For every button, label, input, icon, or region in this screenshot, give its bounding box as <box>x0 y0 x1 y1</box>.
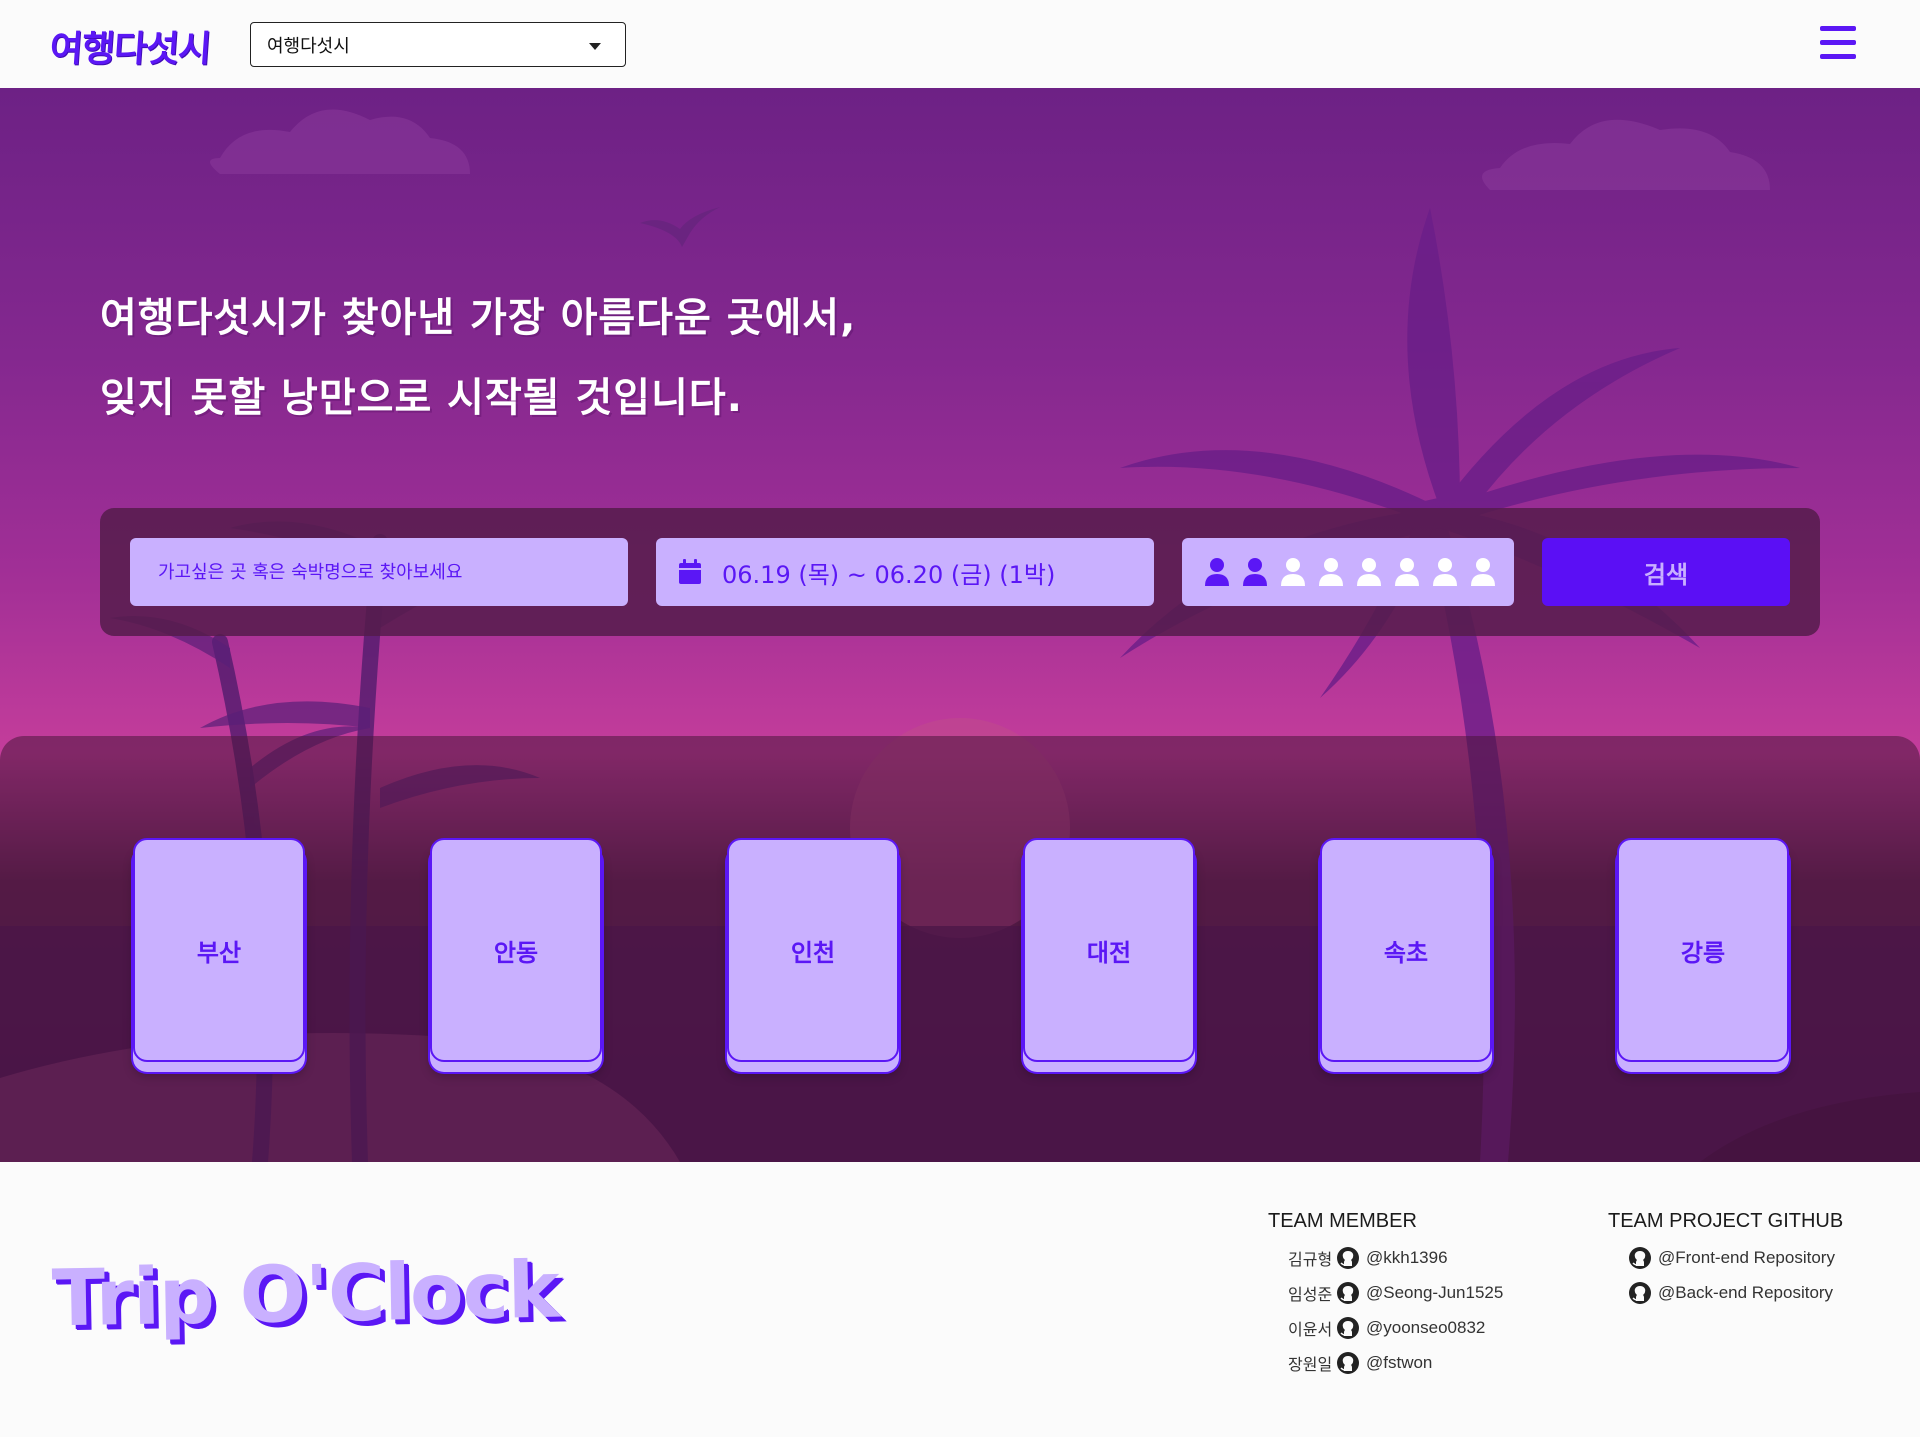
team-member-row: 장원일 @fstwon <box>1288 1351 1432 1375</box>
city-card[interactable]: 강릉 <box>1617 838 1789 1062</box>
repo-row: @Front-end Repository <box>1628 1246 1835 1270</box>
github-icon <box>1337 1352 1359 1374</box>
repo-github-link[interactable]: @Front-end Repository <box>1658 1248 1835 1268</box>
city-card-label: 대전 <box>1086 938 1132 967</box>
caret-down-icon <box>589 43 601 50</box>
member-github-link[interactable]: @fstwon <box>1366 1353 1432 1373</box>
city-card-label: 안동 <box>493 938 539 967</box>
repo-row: @Back-end Repository <box>1628 1281 1833 1305</box>
member-name: 이윤서 <box>1288 1320 1333 1339</box>
city-card[interactable]: 부산 <box>133 838 305 1062</box>
guest-person-icon[interactable] <box>1394 558 1420 586</box>
site-logo[interactable]: 여행다섯시 <box>48 20 212 72</box>
team-member-title: TEAM MEMBER <box>1268 1210 1417 1232</box>
member-name: 김규형 <box>1288 1250 1333 1269</box>
github-icon <box>1337 1282 1359 1304</box>
date-range-value: 06.19 (목) ~ 06.20 (금) (1박) <box>722 560 1056 589</box>
city-card[interactable]: 안동 <box>430 838 602 1062</box>
hamburger-menu-icon[interactable] <box>1820 26 1856 60</box>
guest-person-icon[interactable] <box>1242 558 1268 586</box>
top-nav-bar: 여행다섯시 여행다섯시 <box>0 0 1920 88</box>
hero-headline: 여행다섯시가 찾아낸 가장 아름다운 곳에서, 잊지 못할 낭만으로 시작될 것… <box>100 278 856 438</box>
city-card-label: 강릉 <box>1680 938 1726 967</box>
city-card-label: 인천 <box>790 938 836 967</box>
team-member-row: 임성준 @Seong-Jun1525 <box>1288 1281 1503 1305</box>
guest-person-icon[interactable] <box>1356 558 1382 586</box>
destination-input[interactable] <box>130 538 628 606</box>
region-select-value: 여행다섯시 <box>267 35 350 57</box>
search-bar: 06.19 (목) ~ 06.20 (금) (1박) <box>100 508 1820 636</box>
team-member-row: 이윤서 @yoonseo0832 <box>1288 1316 1485 1340</box>
footer: Trip O'Clock TEAM MEMBER 김규형 @kkh1396 임성… <box>0 1162 1920 1437</box>
destination-field[interactable] <box>130 538 628 606</box>
search-button[interactable]: 검색 <box>1542 538 1790 606</box>
member-github-link[interactable]: @Seong-Jun1525 <box>1366 1283 1503 1303</box>
github-icon <box>1629 1247 1651 1269</box>
team-member-row: 김규형 @kkh1396 <box>1288 1246 1448 1270</box>
calendar-icon <box>679 559 701 584</box>
guest-person-icon[interactable] <box>1204 558 1230 586</box>
github-icon <box>1629 1282 1651 1304</box>
hero-headline-line-2: 잊지 못할 낭만으로 시작될 것입니다. <box>100 375 743 421</box>
repo-github-link[interactable]: @Back-end Repository <box>1658 1283 1833 1303</box>
project-github-title: TEAM PROJECT GITHUB <box>1608 1210 1844 1232</box>
github-icon <box>1337 1247 1359 1269</box>
guest-count-selector[interactable] <box>1182 538 1514 606</box>
hero-headline-line-1: 여행다섯시가 찾아낸 가장 아름다운 곳에서, <box>100 295 857 341</box>
city-card-label: 부산 <box>196 938 242 967</box>
github-icon <box>1337 1317 1359 1339</box>
member-name: 장원일 <box>1288 1355 1333 1374</box>
date-range-field[interactable]: 06.19 (목) ~ 06.20 (금) (1박) <box>656 538 1154 606</box>
hero-section: 여행다섯시가 찾아낸 가장 아름다운 곳에서, 잊지 못할 낭만으로 시작될 것… <box>0 88 1920 1162</box>
city-card-label: 속초 <box>1383 938 1429 967</box>
city-card[interactable]: 속초 <box>1320 838 1492 1062</box>
member-github-link[interactable]: @kkh1396 <box>1366 1248 1448 1268</box>
region-select[interactable]: 여행다섯시 <box>250 22 626 67</box>
guest-person-icon[interactable] <box>1470 558 1496 586</box>
footer-brand-logo: Trip O'Clock <box>51 1245 560 1345</box>
guest-person-icon[interactable] <box>1432 558 1458 586</box>
guest-person-icon[interactable] <box>1280 558 1306 586</box>
city-card[interactable]: 대전 <box>1023 838 1195 1062</box>
member-name: 임성준 <box>1288 1285 1333 1304</box>
guest-person-icon[interactable] <box>1318 558 1344 586</box>
city-card[interactable]: 인천 <box>727 838 899 1062</box>
member-github-link[interactable]: @yoonseo0832 <box>1366 1318 1485 1338</box>
